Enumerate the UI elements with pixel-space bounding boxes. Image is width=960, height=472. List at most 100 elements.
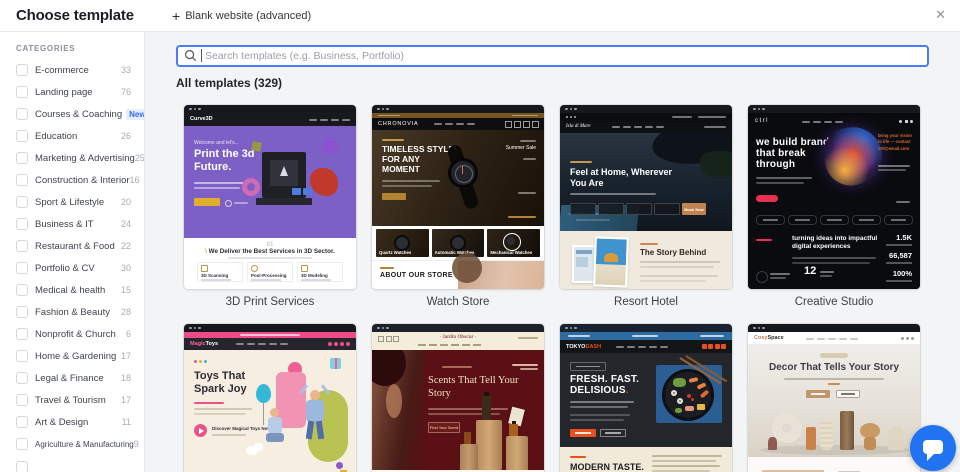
mini-hero: Decor That Tells Your Story <box>748 345 920 457</box>
checkbox[interactable] <box>16 306 28 318</box>
gift-shape <box>330 358 341 369</box>
sidebar-item-partial[interactable] <box>0 455 144 471</box>
checkbox[interactable] <box>16 152 28 164</box>
pedestal <box>506 436 528 470</box>
sidebar-item-legal[interactable]: Legal & Finance18 <box>0 367 144 389</box>
template-card-3d-print: Curve3D Welcome and let's... Print the 3… <box>184 105 356 324</box>
template-card-decor: CosySpace Decor That Tells Your Story <box>748 324 920 472</box>
mini-nav: MagicToys <box>184 338 356 350</box>
checkbox[interactable] <box>16 218 28 230</box>
mini-topbar <box>560 332 732 340</box>
template-thumbnail-sushi[interactable]: TOKYODASH FRESH. FAST. DELISIOUS. <box>560 324 732 472</box>
mini-cta-button <box>194 198 220 206</box>
checkbox[interactable] <box>16 284 28 296</box>
checkbox[interactable] <box>16 174 28 186</box>
browser-chrome <box>560 324 732 332</box>
template-thumbnail-watch-store[interactable]: CHRONOVIA TIMELESS STYLE FOR ANY MOMENT <box>372 105 544 289</box>
vase-small <box>768 437 777 450</box>
checkbox[interactable] <box>16 240 28 252</box>
checkbox[interactable] <box>16 461 28 472</box>
results-heading: All templates (329) <box>176 76 282 90</box>
checkbox[interactable] <box>16 350 28 362</box>
checkbox[interactable] <box>16 108 28 120</box>
mini-story: The Story Behind <box>560 231 732 289</box>
social-icons <box>505 121 539 128</box>
mini-cta-button <box>570 429 596 437</box>
checkbox[interactable] <box>16 86 28 98</box>
sidebar-item-ecommerce[interactable]: E-commerce33 <box>0 59 144 81</box>
search-input[interactable] <box>176 45 929 67</box>
dialog-header: Choose template + Blank website (advance… <box>0 0 960 32</box>
template-thumbnail-resort-hotel[interactable]: Isla di Mare Feel at Home, Wherever You … <box>560 105 732 289</box>
template-name: Resort Hotel <box>560 296 732 308</box>
template-thumbnail-creative-studio[interactable]: ctrl we build brands that break through … <box>748 105 920 289</box>
sidebar-item-business-it[interactable]: Business & IT24 <box>0 213 144 235</box>
checkbox[interactable] <box>16 328 28 340</box>
vase-pot <box>888 427 904 450</box>
vase-cylinder <box>806 427 816 450</box>
pedestal <box>476 420 502 470</box>
categories-heading: CATEGORIES <box>16 44 144 53</box>
sidebar-item-medical[interactable]: Medical & health15 <box>0 279 144 301</box>
sidebar-item-home-gardening[interactable]: Home & Gardening17 <box>0 345 144 367</box>
sidebar-item-restaurant[interactable]: Restaurant & Food22 <box>0 235 144 257</box>
checkbox[interactable] <box>16 130 28 142</box>
checkbox[interactable] <box>16 372 28 384</box>
checkbox[interactable] <box>16 394 28 406</box>
page-title: Choose template <box>16 7 134 24</box>
mini-nav: TOKYODASH <box>560 340 732 353</box>
perfume-bottle <box>482 396 491 420</box>
templates-panel: All templates (329) Curve3D Welcome and … <box>145 31 960 472</box>
sidebar-item-fashion[interactable]: Fashion & Beauty28 <box>0 301 144 323</box>
starburst-shape <box>310 168 338 196</box>
stat-block-2: 66,587 <box>886 251 912 264</box>
mini-nav: CHRONOVIA <box>372 118 544 130</box>
sidebar-item-art-design[interactable]: Art & Design11 <box>0 411 144 433</box>
mini-topbar <box>560 113 732 121</box>
kid-figure <box>310 390 320 400</box>
template-card-creative-studio: ctrl we build brands that break through … <box>748 105 920 324</box>
stat-block-3: 100% <box>886 269 912 282</box>
template-thumbnail-scents[interactable]: · Jardin Obscur · Scents That Tell Your … <box>372 324 544 472</box>
sidebar-item-travel[interactable]: Travel & Tourism17 <box>0 389 144 411</box>
browser-chrome <box>372 324 544 332</box>
sidebar-item-agriculture[interactable]: Agriculture & Manufacturing9 <box>0 433 144 455</box>
close-icon[interactable]: ✕ <box>935 8 946 21</box>
template-card-toys: MagicToys Toys That Spark Joy <box>184 324 356 472</box>
sidebar-item-nonprofit[interactable]: Nonprofit & Church6 <box>0 323 144 345</box>
perfume-bottle <box>509 424 518 436</box>
template-thumbnail-toys[interactable]: MagicToys Toys That Spark Joy <box>184 324 356 472</box>
text-caret <box>201 49 202 62</box>
template-name: Watch Store <box>372 296 544 308</box>
checkbox[interactable] <box>16 64 28 76</box>
tag-pills <box>756 215 913 225</box>
sidebar-item-education[interactable]: Education26 <box>0 125 144 147</box>
sidebar-item-marketing[interactable]: Marketing & Advertising25 <box>0 147 144 169</box>
stat-block-1: 1.5K <box>886 233 912 246</box>
template-card-sushi: TOKYODASH FRESH. FAST. DELISIOUS. <box>560 324 732 472</box>
photo-beach <box>593 236 629 287</box>
chat-widget-button[interactable] <box>910 425 956 471</box>
social-icons <box>328 342 350 346</box>
mini-about: ABOUT OUR STORE <box>372 260 544 289</box>
torus-shape <box>242 178 260 196</box>
checkbox[interactable] <box>16 416 28 428</box>
blank-website-button[interactable]: + Blank website (advanced) <box>172 0 311 31</box>
sidebar-item-sport[interactable]: Sport & Lifestyle20 <box>0 191 144 213</box>
mini-hero: TIMELESS STYLE FOR ANY MOMENT Summer Sal… <box>372 130 544 226</box>
checkbox[interactable] <box>16 196 28 208</box>
mini-hero: Scents That Tell Your Story Find Your Sc… <box>372 350 544 470</box>
checkbox[interactable] <box>16 262 28 274</box>
checkbox[interactable] <box>16 438 28 450</box>
vase-donut <box>772 413 802 443</box>
sidebar-item-portfolio[interactable]: Portfolio & CV30 <box>0 257 144 279</box>
template-thumbnail-3d-print[interactable]: Curve3D Welcome and let's... Print the 3… <box>184 105 356 289</box>
mini-site: ctrl we build brands that break through … <box>748 113 920 289</box>
category-list: E-commerce33 Landing page76 Courses & Co… <box>0 59 144 471</box>
sphere-shape <box>322 138 338 154</box>
sidebar-item-construction[interactable]: Construction & Interior16 <box>0 169 144 191</box>
template-thumbnail-decor[interactable]: CosySpace Decor That Tells Your Story <box>748 324 920 472</box>
mini-hero: FRESH. FAST. DELISIOUS. <box>560 353 732 447</box>
sidebar-item-courses-coaching[interactable]: Courses & CoachingNew16 <box>0 103 144 125</box>
sidebar-item-landing-page[interactable]: Landing page76 <box>0 81 144 103</box>
